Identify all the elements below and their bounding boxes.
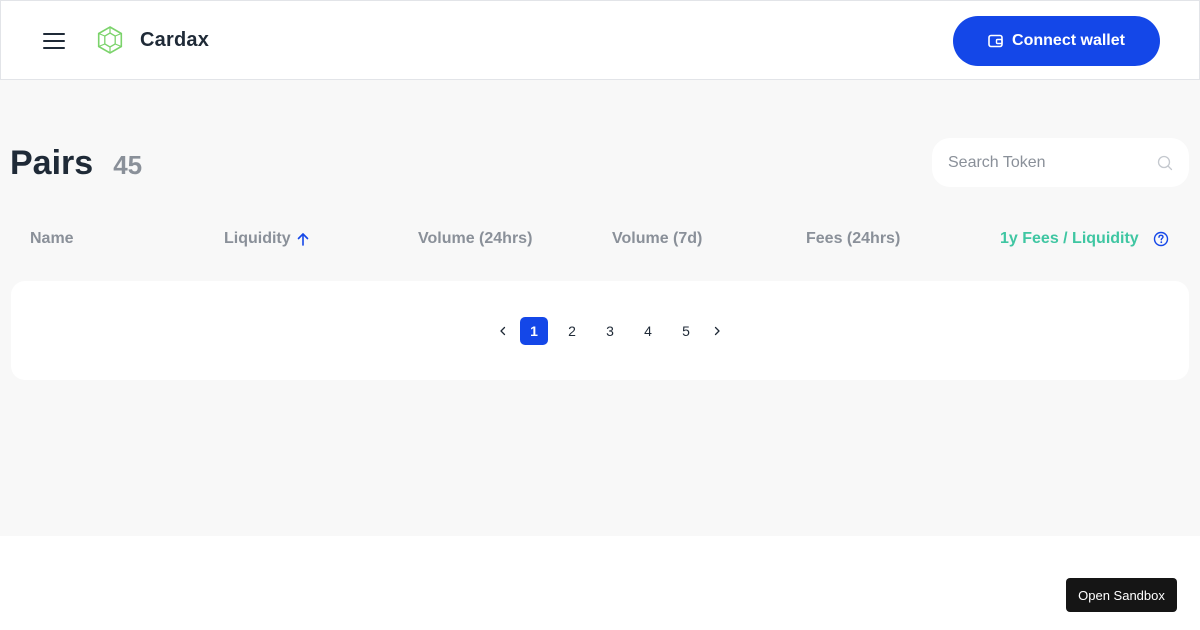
connect-wallet-button[interactable]: Connect wallet	[953, 16, 1160, 66]
column-header-fees-liquidity[interactable]: 1y Fees / Liquidity	[1000, 230, 1169, 248]
column-header-name[interactable]: Name	[30, 230, 74, 248]
chevron-left-icon	[500, 326, 506, 336]
brand-name: Cardax	[140, 28, 210, 51]
hamburger-menu-icon[interactable]	[37, 28, 71, 54]
search-icon[interactable]	[1157, 155, 1173, 171]
column-header-volume-24h[interactable]: Volume (24hrs)	[418, 230, 532, 248]
pagination-next-button[interactable]	[705, 317, 729, 345]
pagination-prev-button[interactable]	[491, 317, 515, 345]
connect-wallet-label: Connect wallet	[1012, 32, 1125, 49]
column-label: 1y Fees / Liquidity	[1000, 230, 1139, 247]
page-title: Pairs	[10, 144, 94, 182]
page-button[interactable]: 2	[558, 317, 586, 345]
page-button[interactable]: 5	[672, 317, 700, 345]
menu-bar	[43, 33, 65, 35]
brand-logo[interactable]: Cardax	[95, 25, 209, 55]
page-button[interactable]: 3	[596, 317, 624, 345]
search-input[interactable]	[948, 153, 1157, 172]
page-button[interactable]: 1	[520, 317, 548, 345]
pair-count: 45	[113, 150, 143, 180]
pairs-section: Pairs 45 Name Liquidity Volume (24hrs) V…	[0, 80, 1200, 536]
pagination: 1 2 3 4 5	[491, 317, 729, 345]
menu-bar	[43, 40, 65, 42]
pairs-table: 1 2 3 4 5	[11, 281, 1189, 380]
arrow-up-icon	[297, 233, 308, 246]
column-label: Volume (24hrs)	[418, 230, 533, 247]
column-label: Volume (7d)	[612, 230, 703, 247]
hexagon-cube-logo-icon	[97, 26, 123, 54]
chevron-right-icon	[714, 326, 720, 336]
wallet-icon	[988, 34, 1003, 48]
column-header-fees-24h[interactable]: Fees (24hrs)	[806, 230, 900, 248]
page-button[interactable]: 4	[634, 317, 662, 345]
pairs-title-row: Pairs 45	[10, 144, 142, 183]
help-circle-icon[interactable]	[1153, 231, 1169, 247]
menu-bar	[43, 47, 65, 49]
column-header-liquidity[interactable]: Liquidity	[224, 230, 309, 248]
open-sandbox-button[interactable]: Open Sandbox	[1066, 578, 1177, 612]
search-box	[932, 138, 1189, 187]
column-label: Fees (24hrs)	[806, 230, 901, 247]
top-header: Cardax Connect wallet	[0, 0, 1200, 80]
column-header-volume-7d[interactable]: Volume (7d)	[612, 230, 702, 248]
column-label: Name	[30, 230, 74, 247]
column-label: Liquidity	[224, 230, 291, 247]
